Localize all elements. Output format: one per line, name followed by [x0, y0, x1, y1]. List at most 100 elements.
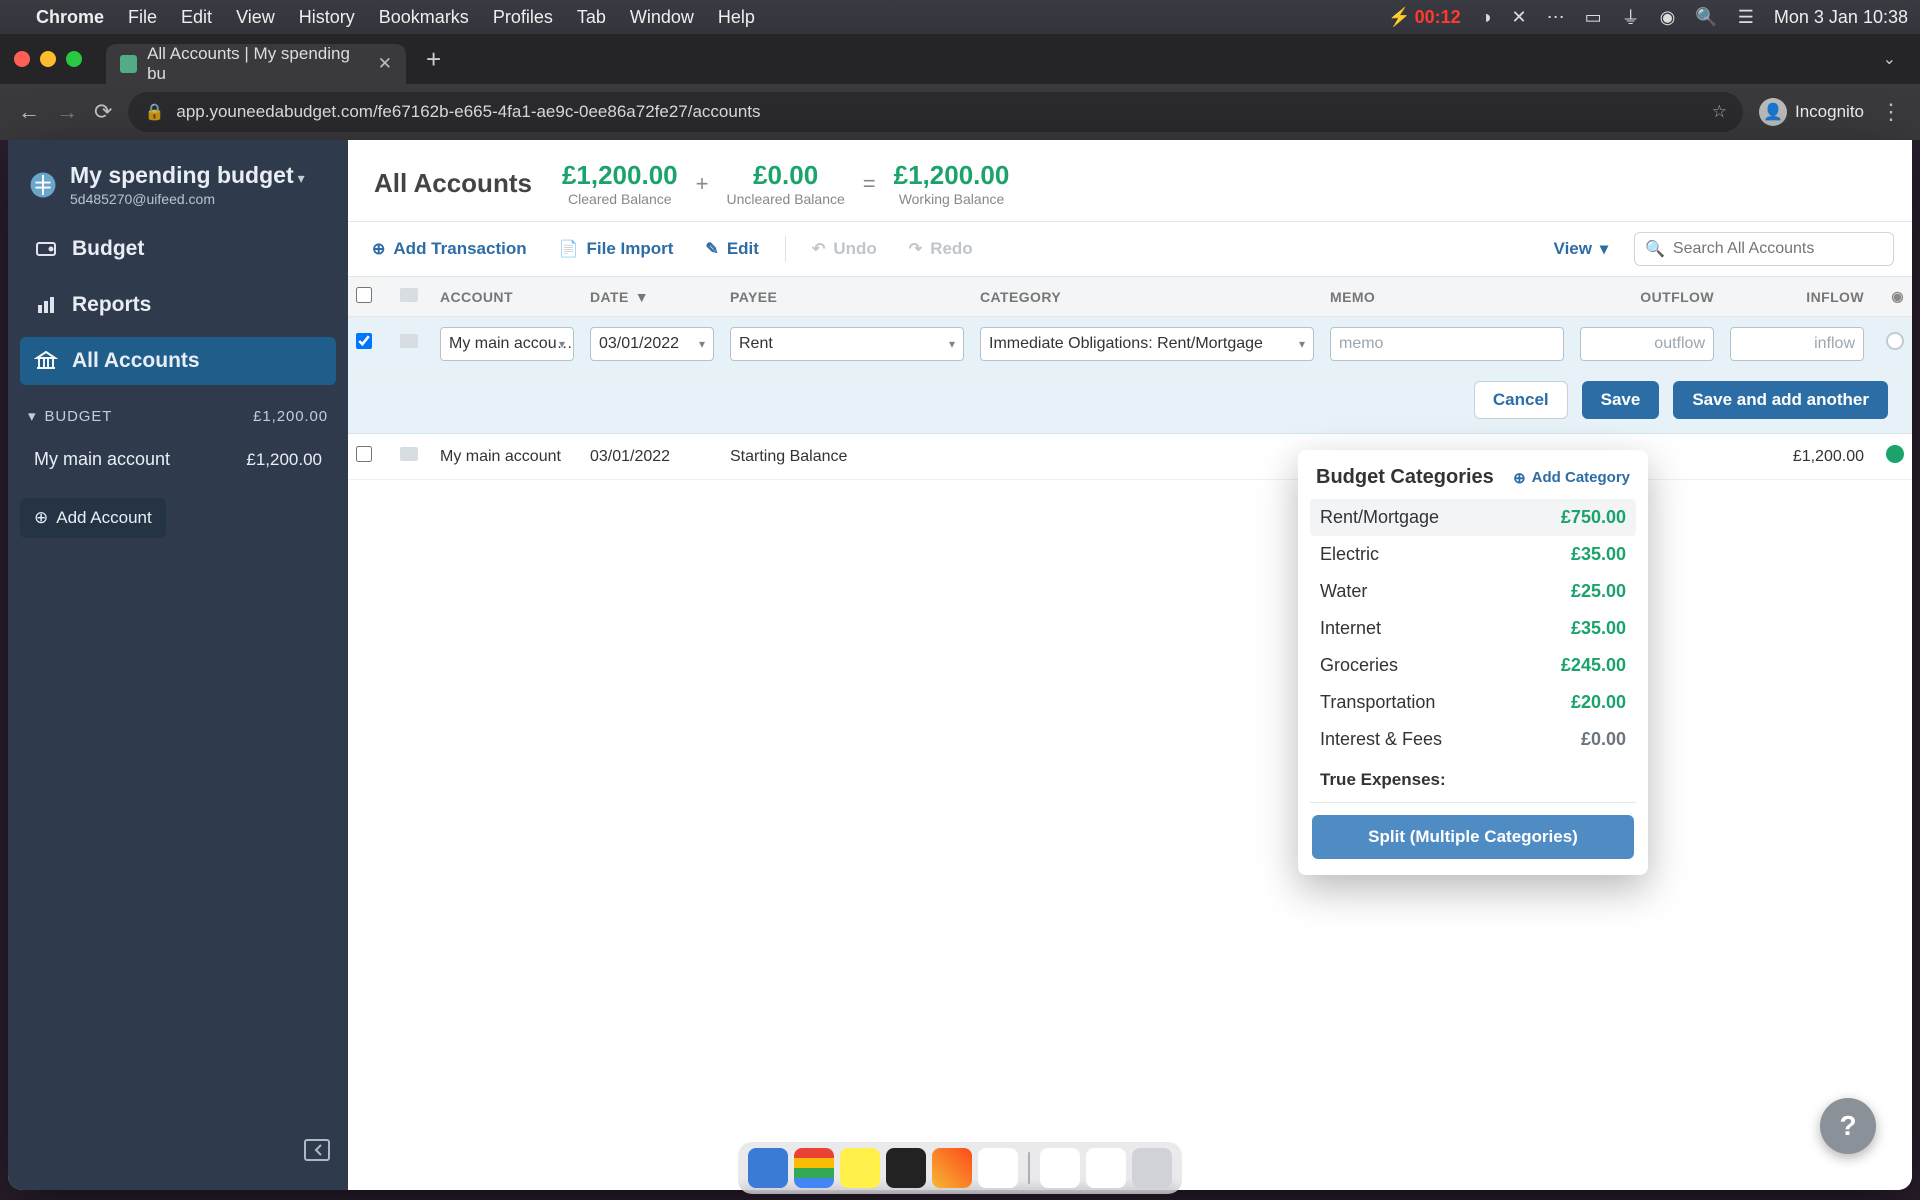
menu-edit[interactable]: Edit	[181, 7, 212, 28]
search-input[interactable]	[1673, 240, 1883, 258]
menu-bookmarks[interactable]: Bookmarks	[379, 7, 469, 28]
back-button[interactable]: ←	[18, 99, 40, 125]
status-icon-3[interactable]: ⋯	[1547, 7, 1565, 28]
dock-trash[interactable]	[1132, 1148, 1172, 1188]
app-name[interactable]: Chrome	[36, 7, 104, 28]
status-icon-2[interactable]: ✕	[1512, 7, 1527, 28]
nav-all-accounts[interactable]: All Accounts	[20, 337, 336, 385]
category-select[interactable]: Immediate Obligations: Rent/Mortgage	[980, 327, 1314, 361]
category-option[interactable]: Electric£35.00	[1310, 536, 1636, 573]
save-button[interactable]: Save	[1582, 381, 1660, 419]
nav-label: Budget	[72, 237, 144, 261]
maximize-window-button[interactable]	[66, 51, 82, 67]
add-account-button[interactable]: ⊕ Add Account	[20, 498, 166, 538]
col-date[interactable]: DATE▼	[582, 289, 722, 305]
select-all-checkbox[interactable]	[356, 287, 372, 303]
cleared-indicator[interactable]	[1886, 445, 1904, 463]
menu-view[interactable]: View	[236, 7, 275, 28]
col-inflow[interactable]: INFLOW	[1722, 289, 1872, 305]
flag-icon[interactable]	[400, 334, 418, 348]
col-memo[interactable]: MEMO	[1322, 289, 1572, 305]
payee-input[interactable]: Rent	[730, 327, 964, 361]
reload-button[interactable]: ⟳	[94, 99, 112, 125]
kebab-menu-button[interactable]: ⋮	[1880, 99, 1902, 125]
cleared-toggle[interactable]	[1886, 332, 1904, 350]
sidebar-section-budget[interactable]: ▾ BUDGET £1,200.00	[20, 393, 336, 431]
category-option[interactable]: Groceries£245.00	[1310, 647, 1636, 684]
bar-chart-icon	[34, 293, 58, 317]
dock-app-6[interactable]	[978, 1148, 1018, 1188]
col-account[interactable]: ACCOUNT	[432, 289, 582, 305]
bookmark-icon[interactable]: ☆	[1712, 102, 1727, 122]
dock-app-finder[interactable]	[748, 1148, 788, 1188]
category-option[interactable]: Internet£35.00	[1310, 610, 1636, 647]
account-select[interactable]: My main accou…	[440, 327, 574, 361]
control-center-icon[interactable]: ◉	[1660, 7, 1676, 28]
menu-tab[interactable]: Tab	[577, 7, 606, 28]
browser-tab[interactable]: All Accounts | My spending bu ✕	[106, 44, 406, 84]
dock-app-8[interactable]	[1086, 1148, 1126, 1188]
view-dropdown[interactable]: View▾	[1548, 233, 1614, 265]
battery-icon[interactable]: ▭	[1585, 7, 1602, 28]
row-checkbox[interactable]	[356, 333, 372, 349]
search-field[interactable]: 🔍	[1634, 232, 1894, 266]
collapse-sidebar-button[interactable]	[298, 1133, 336, 1172]
dock-app-terminal[interactable]	[886, 1148, 926, 1188]
col-payee[interactable]: PAYEE	[722, 289, 972, 305]
close-tab-icon[interactable]: ✕	[378, 54, 392, 74]
menu-help[interactable]: Help	[718, 7, 755, 28]
dock-app-notes[interactable]	[840, 1148, 880, 1188]
nav-budget[interactable]: Budget	[20, 225, 336, 273]
dock-app-chrome[interactable]	[794, 1148, 834, 1188]
budget-switcher[interactable]: My spending budget▾ 5d485270@uifeed.com	[20, 158, 336, 217]
cancel-button[interactable]: Cancel	[1474, 381, 1568, 419]
grid-header: ACCOUNT DATE▼ PAYEE CATEGORY MEMO OUTFLO…	[348, 277, 1912, 317]
memo-input[interactable]	[1330, 327, 1564, 361]
redo-button[interactable]: ↷Redo	[903, 233, 979, 265]
outflow-input[interactable]	[1580, 327, 1714, 361]
date-input[interactable]: 03/01/2022	[590, 327, 714, 361]
add-transaction-button[interactable]: ⊕Add Transaction	[366, 233, 533, 265]
menu-window[interactable]: Window	[630, 7, 694, 28]
transaction-row[interactable]: My main account 03/01/2022 Starting Bala…	[348, 434, 1912, 480]
dock-app-5[interactable]	[932, 1148, 972, 1188]
nav-reports[interactable]: Reports	[20, 281, 336, 329]
save-add-another-button[interactable]: Save and add another	[1673, 381, 1888, 419]
menu-file[interactable]: File	[128, 7, 157, 28]
file-import-button[interactable]: 📄File Import	[553, 233, 680, 265]
help-button[interactable]: ?	[1820, 1098, 1876, 1154]
flag-icon[interactable]	[400, 447, 418, 461]
category-option[interactable]: Transportation£20.00	[1310, 684, 1636, 721]
incognito-indicator[interactable]: 👤 Incognito	[1759, 98, 1864, 126]
sidebar-account-row[interactable]: My main account £1,200.00	[20, 439, 336, 480]
wifi-icon[interactable]: ⏚	[1622, 4, 1640, 30]
new-tab-button[interactable]: +	[416, 44, 451, 75]
dock-app-7[interactable]	[1040, 1148, 1080, 1188]
inflow-input[interactable]	[1730, 327, 1864, 361]
col-outflow[interactable]: OUTFLOW	[1572, 289, 1722, 305]
undo-button[interactable]: ↶Undo	[806, 233, 883, 265]
lock-icon: 🔒	[144, 102, 164, 122]
tabs-overflow-button[interactable]: ⌄	[1873, 49, 1906, 69]
minimize-window-button[interactable]	[40, 51, 56, 67]
clock[interactable]: Mon 3 Jan 10:38	[1774, 7, 1908, 28]
category-option[interactable]: Interest & Fees£0.00	[1310, 721, 1636, 758]
edit-button[interactable]: ✎Edit	[699, 233, 765, 265]
menu-history[interactable]: History	[299, 7, 355, 28]
category-option[interactable]: Rent/Mortgage£750.00	[1310, 499, 1636, 536]
siri-icon[interactable]: ☰	[1738, 7, 1754, 28]
split-categories-button[interactable]: Split (Multiple Categories)	[1312, 815, 1634, 859]
button-label: Redo	[930, 239, 973, 259]
forward-button[interactable]: →	[56, 99, 78, 125]
spotlight-icon[interactable]: 🔍	[1695, 7, 1717, 28]
status-icon-1[interactable]: ◑	[1481, 7, 1492, 28]
category-option[interactable]: Water£25.00	[1310, 573, 1636, 610]
close-window-button[interactable]	[14, 51, 30, 67]
address-bar[interactable]: 🔒 app.youneedabudget.com/fe67162b-e665-4…	[128, 92, 1743, 132]
battery-indicator[interactable]: ⚡00:12	[1388, 7, 1460, 28]
category-list: Rent/Mortgage£750.00 Electric£35.00 Wate…	[1298, 499, 1648, 796]
row-checkbox[interactable]	[356, 446, 372, 462]
add-category-button[interactable]: ⊕Add Category	[1513, 469, 1630, 487]
col-category[interactable]: CATEGORY	[972, 289, 1322, 305]
menu-profiles[interactable]: Profiles	[493, 7, 553, 28]
